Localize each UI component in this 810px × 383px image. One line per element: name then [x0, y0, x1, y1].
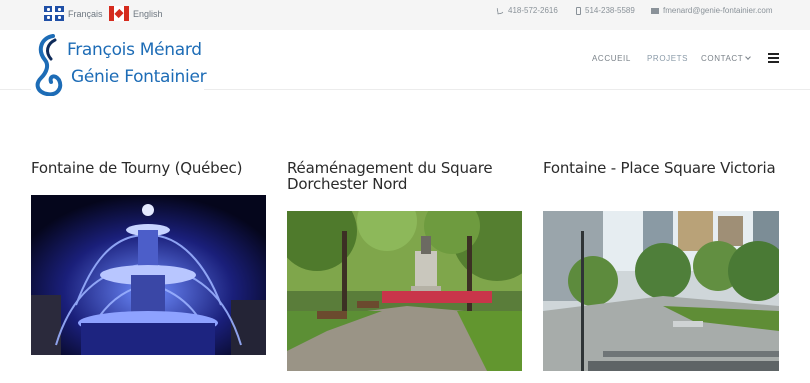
project-title[interactable]: Fontaine - Place Square Victoria — [543, 160, 783, 176]
project-image-square-victoria[interactable] — [543, 211, 779, 371]
logo-name: François Ménard — [67, 40, 202, 60]
logo-tagline: Génie Fontainier — [71, 67, 207, 87]
nav-projects[interactable]: PROJETS — [647, 54, 688, 63]
project-title[interactable]: Réaménagement du Square Dorchester Nord — [287, 160, 527, 192]
language-french-label: Français — [68, 8, 103, 19]
chevron-down-icon — [745, 54, 752, 60]
fountain-logo-icon — [35, 34, 63, 96]
mobile-number: 514-238-5589 — [585, 6, 635, 15]
project-title[interactable]: Fontaine de Tourny (Québec) — [31, 160, 271, 176]
nav-contact[interactable]: CONTACT — [701, 54, 752, 63]
email-contact[interactable]: fmenard@genie-fontainier.com — [651, 6, 773, 15]
phone-contact[interactable]: 418-572-2616 — [496, 6, 558, 15]
nav-home[interactable]: ACCUEIL — [592, 54, 631, 63]
language-english-label: English — [133, 8, 163, 19]
language-french-link[interactable]: Français — [44, 6, 103, 21]
mobile-contact[interactable]: 514-238-5589 — [576, 6, 635, 15]
nav-contact-label: CONTACT — [701, 54, 744, 63]
hamburger-menu-icon[interactable] — [768, 53, 780, 63]
mobile-icon — [576, 6, 581, 15]
email-address: fmenard@genie-fontainier.com — [663, 6, 773, 15]
envelope-icon — [651, 7, 659, 14]
site-logo[interactable]: François Ménard Génie Fontainier — [31, 30, 207, 98]
canada-flag-icon — [109, 6, 129, 21]
top-bar: Français English 418-572-2616 514-238-55… — [0, 0, 810, 30]
project-image-square-dorchester[interactable] — [287, 211, 522, 371]
phone-number: 418-572-2616 — [508, 6, 558, 15]
language-english-link[interactable]: English — [109, 6, 163, 21]
quebec-flag-icon — [44, 6, 64, 21]
phone-icon — [496, 6, 505, 15]
project-image-tourny-fountain[interactable] — [31, 195, 266, 355]
